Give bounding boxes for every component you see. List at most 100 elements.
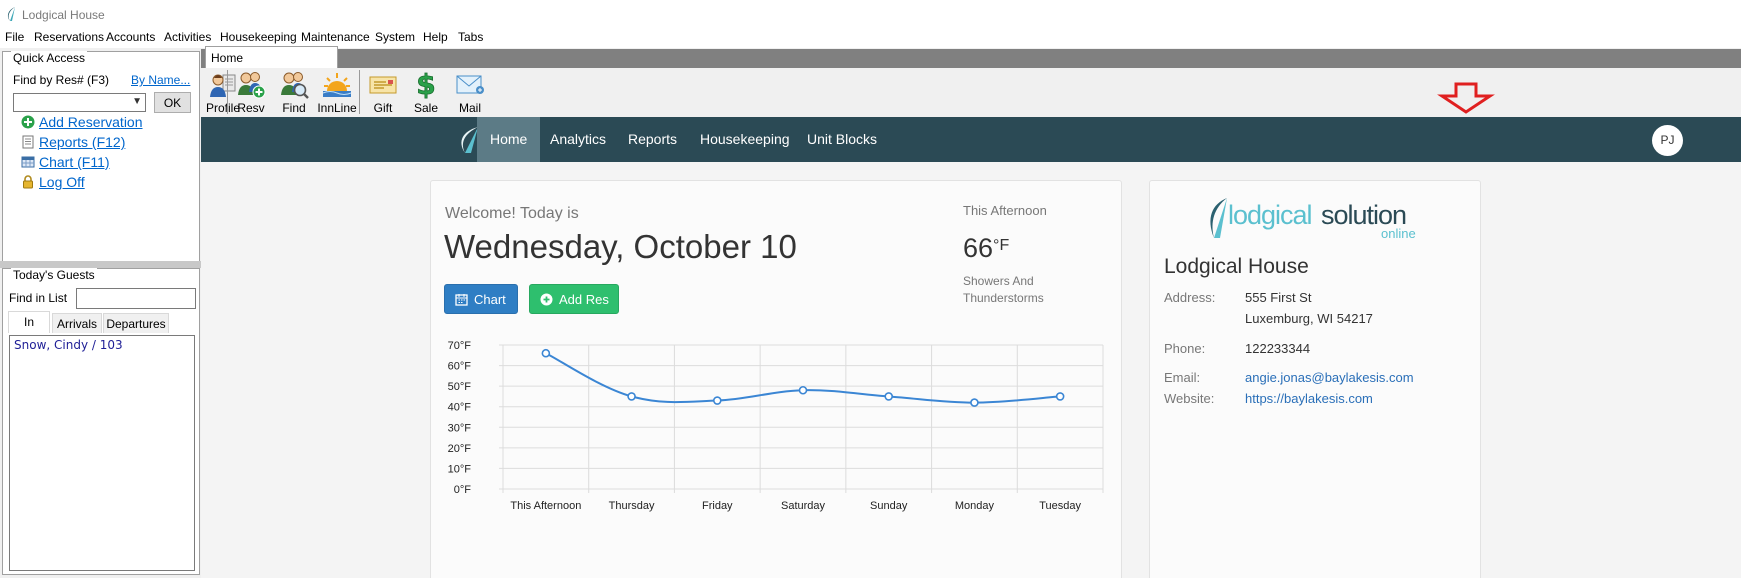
chart-y-tick-label: 10°F: [448, 463, 472, 475]
chart-point: [541, 348, 551, 358]
ok-button[interactable]: OK: [154, 92, 191, 113]
app-logo-icon: [7, 7, 15, 21]
website-link[interactable]: https://baylakesis.com: [1245, 391, 1373, 406]
web-dashboard: Home Analytics Reports Housekeeping Unit…: [201, 117, 1741, 578]
weather-period: This Afternoon: [963, 203, 1047, 218]
chart-point: [712, 396, 722, 405]
tab-departures[interactable]: Departures: [103, 313, 169, 333]
weather-description: Showers And Thunderstorms: [963, 274, 1044, 305]
toolbar-separator: [227, 70, 228, 114]
logo-text-online: online: [1381, 226, 1416, 241]
tab-in[interactable]: In: [8, 311, 50, 333]
add-res-button[interactable]: Add Res: [529, 284, 619, 314]
chart-point: [627, 392, 636, 401]
sale-button[interactable]: $ Sale: [408, 68, 444, 117]
menu-tabs[interactable]: Tabs: [458, 30, 483, 44]
mail-icon: [456, 75, 484, 94]
lodgical-solution-logo: lodgical solution online: [1202, 196, 1432, 241]
menu-activities[interactable]: Activities: [164, 30, 211, 44]
nav-reports[interactable]: Reports: [615, 117, 690, 162]
log-off-label: Log Off: [39, 174, 85, 190]
chart-y-tick-label: 50°F: [448, 381, 472, 393]
chevron-down-icon[interactable]: ▼: [132, 96, 142, 107]
nav-housekeeping[interactable]: Housekeeping: [687, 117, 803, 162]
gift-button[interactable]: Gift: [366, 68, 400, 117]
chart-y-tick-label: 60°F: [448, 361, 472, 373]
menu-help[interactable]: Help: [423, 30, 448, 44]
find-by-res-label: Find by Res# (F3): [13, 73, 110, 87]
by-name-link[interactable]: By Name...: [131, 73, 190, 87]
nav-analytics[interactable]: Analytics: [537, 117, 619, 162]
chart-x-tick-label: Friday: [702, 500, 733, 512]
chart-x-tick-label: This Afternoon: [510, 500, 581, 512]
lock-icon: [23, 175, 33, 189]
document-tab-strip: [201, 49, 1741, 68]
tab-home[interactable]: Home: [205, 46, 338, 68]
guest-list: Snow, Cindy / 103: [9, 335, 195, 571]
svg-text:$: $: [416, 69, 435, 99]
phone-label: Phone:: [1164, 341, 1206, 356]
chart-grid-icon: [21, 156, 35, 168]
menu-housekeeping[interactable]: Housekeeping: [220, 30, 297, 44]
avatar[interactable]: PJ: [1652, 125, 1683, 156]
log-off-link[interactable]: Log Off: [21, 174, 85, 190]
menu-bar: File Reservations Accounts Activities Ho…: [0, 28, 1741, 48]
hotel-name: Lodgical House: [1164, 255, 1309, 278]
panel-splitter[interactable]: [0, 261, 201, 268]
menu-reservations[interactable]: Reservations: [34, 30, 104, 44]
chart-y-tick-label: 20°F: [448, 443, 472, 455]
chart-label: Chart (F11): [39, 154, 110, 170]
temperature-chart: 0°F 10°F 20°F 30°F 40°F 50°F 60°F 70°F This Afte…: [448, 340, 1104, 512]
chart-y-tick-label: 30°F: [448, 422, 472, 434]
find-button[interactable]: Find: [276, 68, 312, 117]
chart-x-tick-label: Saturday: [781, 500, 826, 512]
chart-point: [884, 392, 894, 401]
menu-maintenance[interactable]: Maintenance: [301, 30, 370, 44]
innline-button[interactable]: InnLine: [316, 68, 358, 117]
dollar-icon: $: [416, 69, 436, 99]
menu-file[interactable]: File: [5, 30, 24, 44]
find-label: Find: [282, 101, 306, 115]
add-user-icon: [238, 72, 266, 99]
chart-point: [1055, 392, 1065, 401]
red-down-arrow-icon: [1437, 82, 1495, 114]
tab-arrivals[interactable]: Arrivals: [52, 313, 102, 333]
reports-link[interactable]: Reports (F12): [21, 134, 125, 150]
reports-label: Reports (F12): [39, 134, 126, 150]
find-in-list-input[interactable]: [76, 288, 196, 309]
window-title: Lodgical House: [22, 8, 105, 22]
phone-value: 122233344: [1245, 341, 1311, 356]
nav-unit-blocks[interactable]: Unit Blocks: [794, 117, 890, 162]
address-line-2: Luxemburg, WI 54217: [1245, 311, 1373, 326]
list-item[interactable]: Snow, Cindy / 103: [14, 338, 123, 352]
email-link[interactable]: angie.jonas@baylakesis.com: [1245, 370, 1414, 385]
res-number-combobox[interactable]: ▼: [13, 93, 146, 112]
chart-x-tick-label: Sunday: [870, 500, 908, 512]
chart-x-tick-label: Thursday: [609, 500, 655, 512]
plus-circle-icon: [21, 115, 35, 129]
resv-label: Resv: [237, 101, 265, 115]
website-label: Website:: [1164, 391, 1215, 406]
chart-link[interactable]: Chart (F11): [21, 154, 110, 170]
chart-point: [798, 385, 808, 395]
quick-access-panel: Quick Access Find by Res# (F3) By Name..…: [2, 51, 200, 263]
menu-accounts[interactable]: Accounts: [106, 30, 155, 44]
chart-point: [970, 398, 979, 407]
add-reservation-link[interactable]: Add Reservation: [21, 114, 143, 130]
chart-button[interactable]: Chart: [444, 284, 518, 314]
menu-system[interactable]: System: [375, 30, 415, 44]
mail-button[interactable]: Mail: [452, 68, 488, 117]
chart-x-tick-label: Tuesday: [1039, 500, 1081, 512]
nav-home[interactable]: Home: [477, 117, 541, 162]
welcome-card: Welcome! Today is Wednesday, October 10 …: [430, 180, 1122, 578]
innline-label: InnLine: [317, 101, 357, 115]
sale-label: Sale: [413, 101, 439, 115]
top-navbar: Home Analytics Reports Housekeeping Unit…: [201, 117, 1741, 162]
welcome-greeting: Welcome! Today is: [445, 205, 579, 222]
mail-label: Mail: [458, 101, 481, 115]
add-reservation-label: Add Reservation: [39, 114, 143, 130]
resv-button[interactable]: Resv: [231, 68, 271, 117]
property-card: lodgical solution online Lodgical House …: [1149, 180, 1481, 578]
find-user-icon: [281, 72, 309, 99]
quick-access-title: Quick Access: [11, 51, 88, 65]
